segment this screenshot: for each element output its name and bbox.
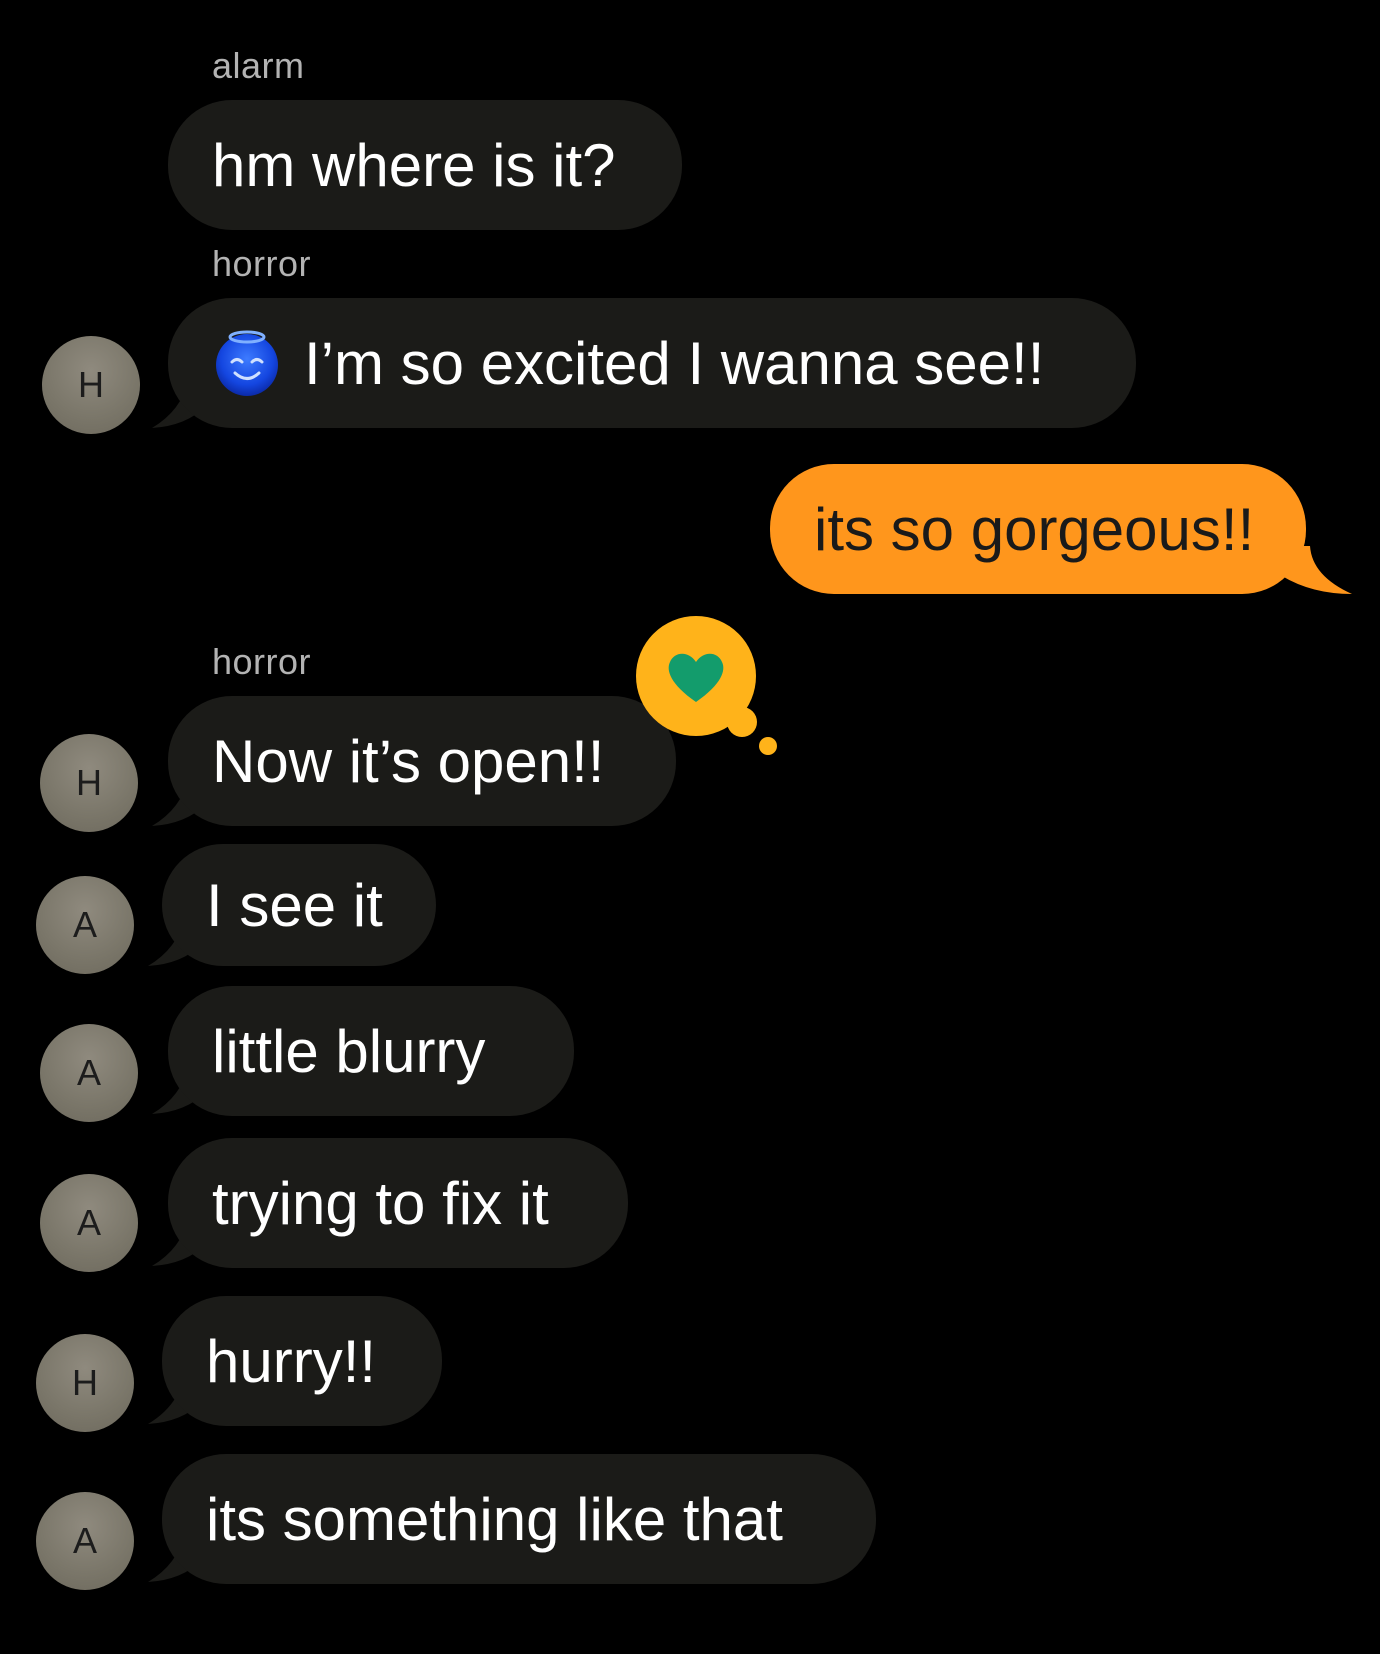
avatar-initial: A (72, 1520, 97, 1561)
avatar[interactable]: H (40, 734, 138, 832)
avatar-initial: A (76, 1052, 101, 1093)
sender-label: horror (212, 641, 312, 682)
avatar[interactable]: A (40, 1174, 138, 1272)
avatar-initial: A (76, 1202, 101, 1243)
smiling-face-with-halo-icon (216, 330, 278, 396)
avatar-initial: H (78, 364, 104, 405)
message-text: its something like that (206, 1485, 783, 1553)
message-text: I’m so excited I wanna see!! (304, 329, 1045, 397)
message-bubble[interactable]: hm where is it? (168, 100, 682, 230)
message-bubble[interactable]: trying to fix it (168, 1138, 628, 1268)
avatar-initial: H (76, 762, 102, 803)
avatar[interactable]: H (36, 1334, 134, 1432)
sender-label: alarm (212, 45, 305, 86)
avatar[interactable]: A (40, 1024, 138, 1122)
message-bubble[interactable]: little blurry (168, 986, 574, 1116)
avatar[interactable]: A (36, 1492, 134, 1590)
message-bubble[interactable]: I’m so excited I wanna see!! (168, 298, 1136, 428)
message-text: hm where is it? (212, 131, 616, 199)
message-bubble[interactable]: hurry!! (162, 1296, 442, 1426)
message-text: its so gorgeous!! (814, 495, 1255, 563)
message-bubble[interactable]: Now it’s open!! (168, 696, 676, 826)
message-text: Now it’s open!! (212, 727, 605, 795)
message-text: little blurry (212, 1017, 486, 1085)
message-text: I see it (206, 871, 383, 939)
avatar[interactable]: A (36, 876, 134, 974)
message-bubble[interactable]: its something like that (162, 1454, 876, 1584)
message-text: hurry!! (206, 1327, 377, 1395)
avatar[interactable]: H (42, 336, 140, 434)
message-bubble[interactable]: I see it (162, 844, 436, 966)
avatar-initial: A (72, 904, 97, 945)
heart-reaction[interactable] (630, 612, 780, 762)
message-bubble[interactable]: its so gorgeous!! (770, 464, 1306, 594)
message-text: trying to fix it (212, 1169, 549, 1237)
sender-label: horror (212, 243, 312, 284)
avatar-initial: H (72, 1362, 98, 1403)
